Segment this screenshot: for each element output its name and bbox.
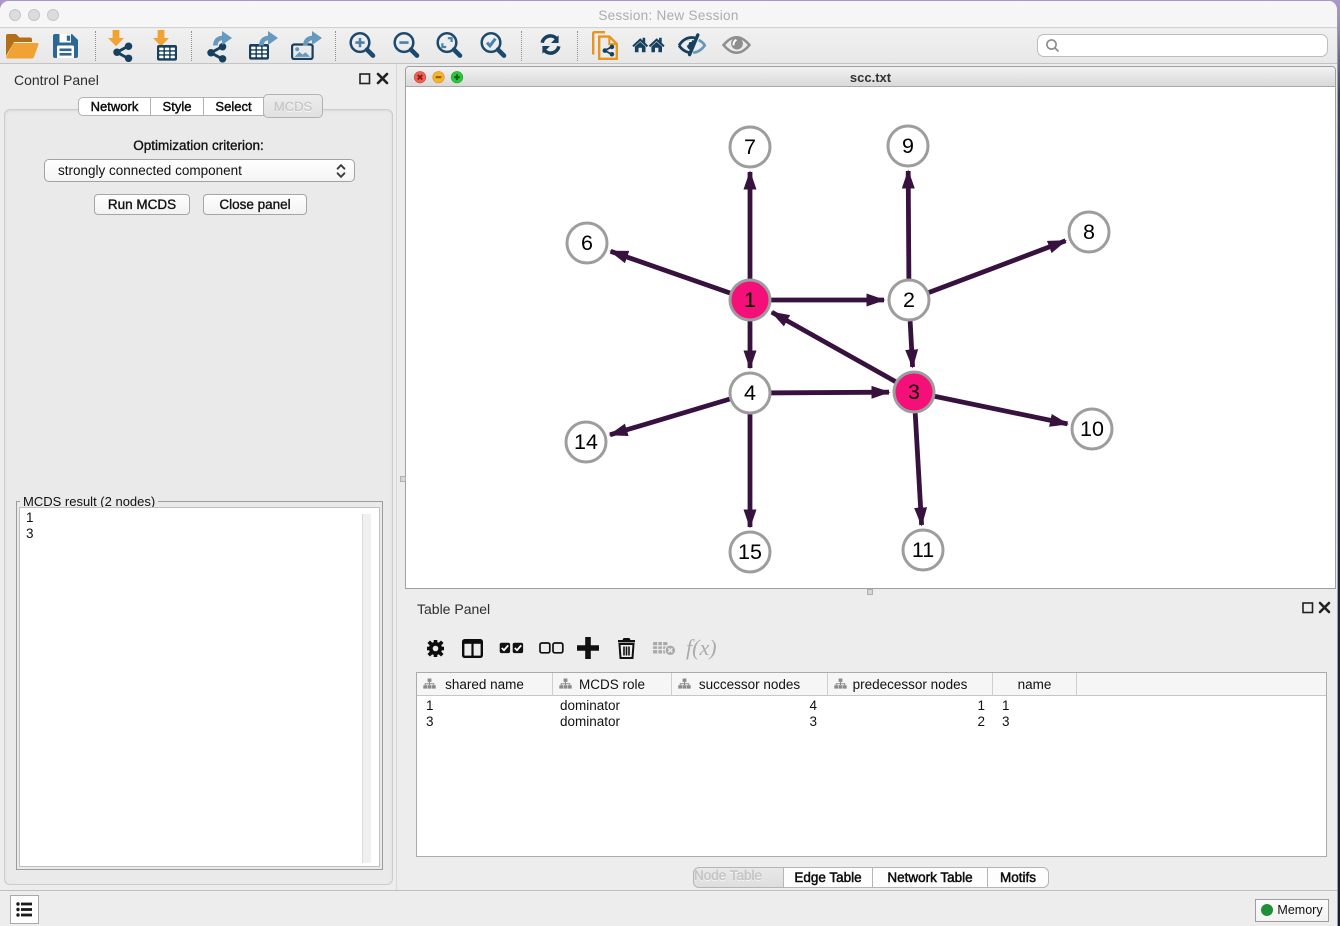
svg-text:6: 6 bbox=[581, 231, 593, 255]
svg-text:14: 14 bbox=[574, 430, 598, 454]
svg-text:15: 15 bbox=[738, 540, 762, 564]
svg-text:10: 10 bbox=[1080, 417, 1104, 441]
svg-text:9: 9 bbox=[902, 134, 914, 158]
svg-text:1: 1 bbox=[744, 288, 756, 312]
svg-text:8: 8 bbox=[1083, 220, 1095, 244]
svg-text:7: 7 bbox=[744, 135, 756, 159]
svg-text:11: 11 bbox=[912, 538, 934, 562]
svg-text:3: 3 bbox=[908, 380, 920, 404]
svg-text:4: 4 bbox=[744, 381, 756, 405]
svg-text:2: 2 bbox=[903, 288, 915, 312]
